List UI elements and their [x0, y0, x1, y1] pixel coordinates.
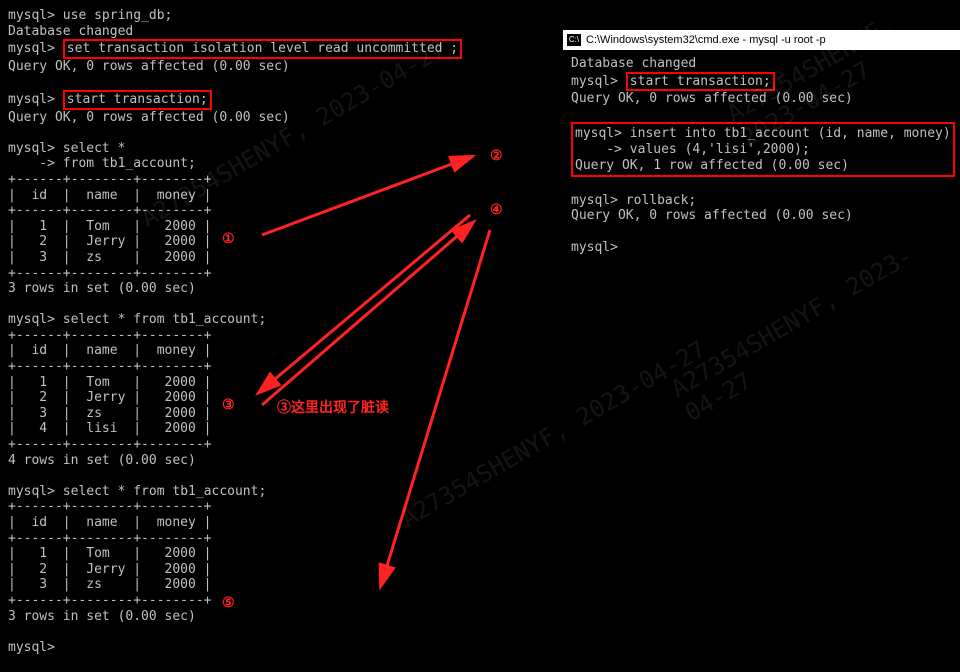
iso-cmd-box: set transaction isolation level read unc…	[63, 39, 462, 59]
right-output: Database changed mysql> start transactio…	[571, 56, 952, 255]
start-tx-box: start transaction;	[63, 90, 212, 110]
cmd-icon: C:\	[567, 34, 581, 46]
right-terminal: Database changed mysql> start transactio…	[563, 52, 960, 259]
left-output: mysql> use spring_db; Database changed m…	[8, 8, 552, 655]
cmd-title-text: C:\Windows\system32\cmd.exe - mysql -u r…	[586, 34, 826, 46]
marker-2: ②	[490, 148, 503, 164]
cmd-titlebar[interactable]: C:\ C:\Windows\system32\cmd.exe - mysql …	[563, 30, 960, 50]
dirty-read-note: ③这里出现了脏读	[277, 397, 389, 417]
marker-4: ④	[490, 202, 503, 218]
marker-1: ①	[222, 231, 235, 247]
left-terminal: mysql> use spring_db; Database changed m…	[0, 0, 560, 672]
marker-3: ③	[222, 397, 235, 413]
r-start-tx-box: start transaction;	[626, 72, 775, 92]
marker-5: ⑤	[222, 595, 235, 611]
